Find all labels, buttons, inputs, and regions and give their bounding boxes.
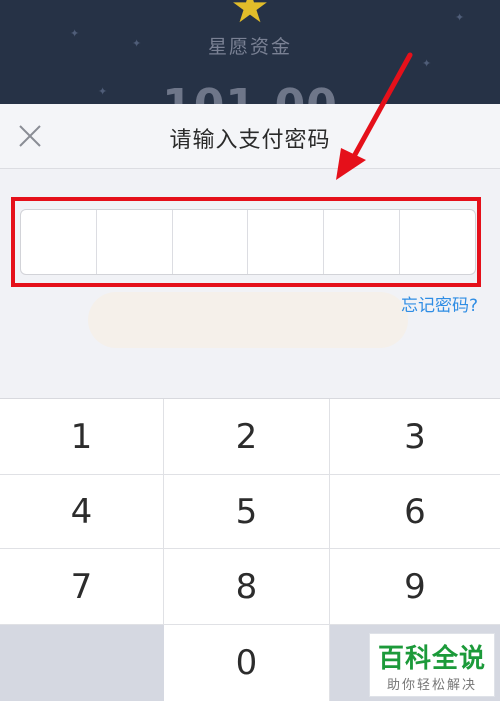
watermark-title: 百科全说: [377, 644, 486, 674]
watermark-subtitle: 助你轻松解决: [386, 678, 477, 693]
star-icon: ★: [230, 0, 270, 33]
sparkle-icon: ✦: [422, 57, 432, 70]
key-5[interactable]: 5: [164, 475, 330, 549]
keypad-blank-left: [0, 625, 164, 701]
key-4[interactable]: 4: [0, 475, 164, 549]
key-7[interactable]: 7: [0, 549, 164, 625]
key-3[interactable]: 3: [330, 399, 500, 475]
key-6[interactable]: 6: [330, 475, 500, 549]
key-2[interactable]: 2: [164, 399, 330, 475]
fund-label: 星愿资金: [207, 36, 292, 58]
sheet-title: 请输入支付密码: [169, 128, 331, 153]
sheet-header: 请输入支付密码: [0, 104, 500, 169]
sparkle-icon: ✦: [455, 11, 465, 24]
fund-amount: 101.00: [162, 80, 338, 106]
key-1[interactable]: 1: [0, 399, 164, 475]
key-0[interactable]: 0: [164, 625, 330, 701]
key-9[interactable]: 9: [330, 549, 500, 625]
annotation-highlight-box: [11, 197, 481, 287]
forgot-password-link[interactable]: 忘记密码?: [401, 291, 478, 316]
watermark-logo: 百科全说 助你轻松解决: [369, 633, 495, 697]
key-8[interactable]: 8: [164, 549, 330, 625]
background-button: [88, 292, 408, 348]
